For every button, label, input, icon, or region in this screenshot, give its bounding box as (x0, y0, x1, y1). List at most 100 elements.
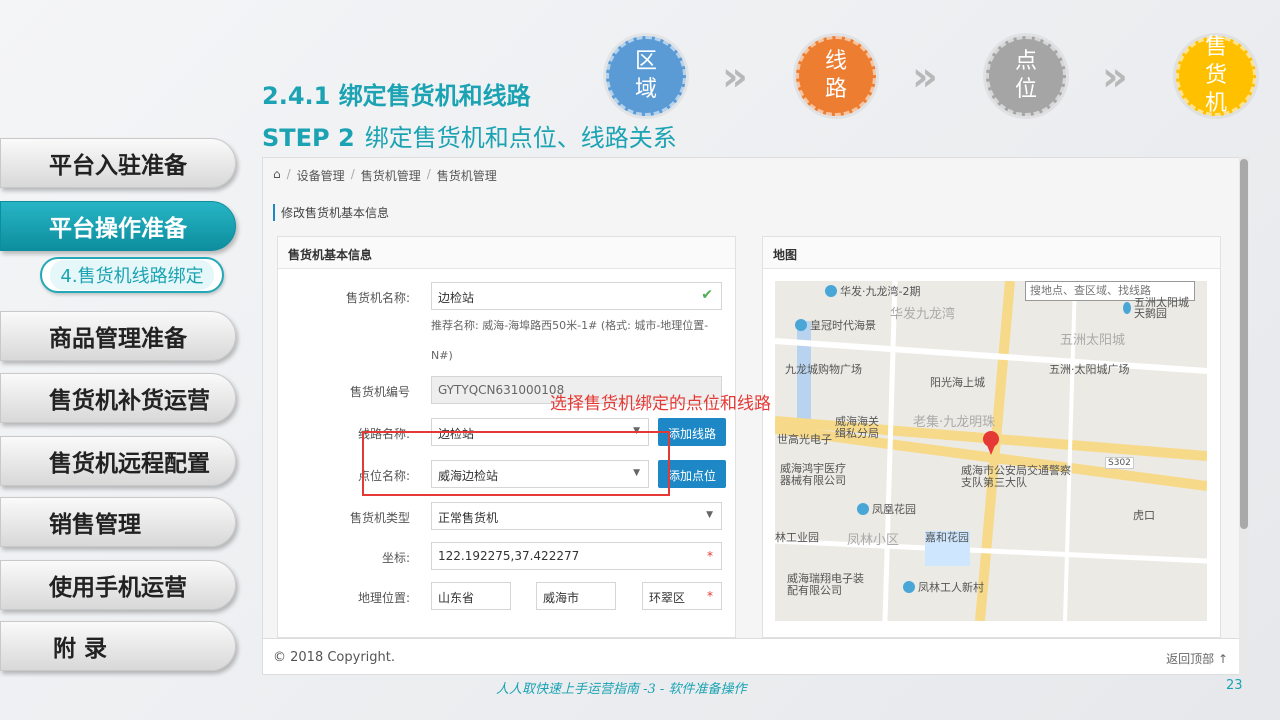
form-panel-title: 售货机基本信息 (278, 237, 735, 269)
map-label: 华发·九龙湾-2期 (825, 283, 920, 299)
name-value: 边检站 (438, 291, 475, 305)
map-label: 九龙城购物广场 (785, 361, 862, 377)
map-label-text: 威海市公安局交通警察支队第三大队 (961, 464, 1071, 489)
flow-step-route: 线路 (796, 36, 876, 116)
flow-step-vending-machine: 售货机 (1176, 35, 1256, 116)
map-view[interactable]: 华发·九龙湾-2期 华发九龙湾 皇冠时代海景 五洲太阳城天鹅园 五洲太阳城 五洲… (775, 281, 1207, 621)
section-title: 2.4.1 绑定售货机和线路 (262, 82, 531, 110)
map-label: 威海鸿宇医疗器械有限公司 (780, 463, 850, 487)
required-icon: * (707, 589, 713, 603)
type-select[interactable]: 正常售货机 ▼ (431, 502, 722, 530)
province-input[interactable]: 山东省 (431, 582, 511, 610)
name-input[interactable]: 边检站 ✔ (431, 282, 722, 310)
copyright: © 2018 Copyright. (273, 650, 396, 665)
nav-subitem-route-binding[interactable]: 4.售货机线路绑定 (40, 257, 224, 293)
double-chevron-icon: » (1102, 54, 1128, 100)
nav-item-sales[interactable]: 销售管理 (0, 497, 236, 547)
nav-item-platform-onboarding[interactable]: 平台入驻准备 (0, 138, 236, 188)
province-value: 山东省 (438, 591, 475, 605)
map-label-text: 威海瑞翔电子装配有限公司 (787, 572, 864, 597)
map-label: 嘉和花园 (925, 529, 969, 545)
breadcrumb-item[interactable]: 设备管理 (297, 167, 345, 184)
breadcrumb-item[interactable]: 售货机管理 (361, 167, 421, 184)
double-chevron-icon: » (722, 54, 748, 100)
name-hint: 推荐名称: 威海-海埠路西50米-1# (格式: 城市-地理位置-N#) (431, 319, 709, 362)
map-road (975, 281, 1015, 621)
city-input[interactable]: 威海市 (536, 582, 616, 610)
map-label-text: 威海海关缉私分局 (835, 415, 879, 440)
district-value: 环翠区 (649, 591, 686, 605)
map-label-text: 世高光电子 (777, 433, 832, 446)
double-chevron-icon: » (912, 54, 938, 100)
nav-item-platform-operation[interactable]: 平台操作准备 (0, 201, 236, 251)
map-label: 五洲太阳城 (1060, 329, 1125, 348)
slide-caption: 人人取快速上手运营指南 -3 - 软件准备操作 (496, 682, 747, 697)
app-footer: © 2018 Copyright. 返回顶部 ↑ (263, 638, 1248, 674)
map-label-text: 威海鸿宇医疗器械有限公司 (780, 462, 846, 487)
flow-step-point: 点位 (986, 36, 1066, 116)
map-label-text: 华发九龙湾 (890, 307, 956, 322)
map-label: 凤凰花园 (857, 501, 916, 517)
location-label: 地理位置: (357, 591, 410, 605)
map-label: 五洲·太阳城广场 (1049, 361, 1130, 377)
nav-label: 附 录 (53, 636, 108, 662)
page-heading: 修改售货机基本信息 (273, 204, 389, 221)
nav-item-product-management[interactable]: 商品管理准备 (0, 311, 236, 361)
coord-input[interactable]: 122.192275,37.422277 * (431, 542, 722, 570)
map-label-text: 虎口 (1133, 509, 1155, 522)
code-label: 售货机编号 (349, 385, 410, 399)
map-label: 五洲太阳城天鹅园 (1123, 297, 1193, 319)
map-panel-title: 地图 (763, 237, 1220, 269)
nav-item-mobile[interactable]: 使用手机运营 (0, 560, 236, 610)
nav-sub-label: 4.售货机线路绑定 (50, 260, 214, 290)
flow-arrow-glyph: » (722, 54, 748, 100)
map-label-text: 皇冠时代海景 (810, 319, 876, 332)
name-label: 售货机名称: (345, 291, 410, 305)
flow-step-region: 区域 (606, 36, 686, 116)
scrollbar[interactable] (1239, 157, 1249, 675)
step-text: 绑定售货机和点位、线路关系 (364, 124, 677, 152)
flow-arrow-glyph: » (912, 54, 938, 100)
nav-label: 平台入驻准备 (49, 153, 187, 179)
flow-label: 区域 (634, 49, 657, 102)
nav-label: 商品管理准备 (49, 326, 187, 352)
back-to-top-label: 返回顶部 (1166, 652, 1215, 666)
nav-item-remote-config[interactable]: 售货机远程配置 (0, 436, 236, 486)
nav-item-restock[interactable]: 售货机补货运营 (0, 373, 236, 423)
step-prefix: STEP 2 (262, 124, 355, 152)
map-label: 华发九龙湾 (890, 303, 955, 322)
nav-label: 售货机补货运营 (49, 388, 210, 414)
page-number: 23 (1226, 678, 1243, 693)
flow-arrow-glyph: » (1102, 54, 1128, 100)
nav-item-appendix[interactable]: 附 录 (0, 621, 236, 671)
breadcrumb: ⌂ / 设备管理 / 售货机管理 / 售货机管理 (273, 167, 497, 184)
map-label-text: 凤林工人新村 (918, 581, 984, 594)
map-label: 威海市公安局交通警察支队第三大队 (961, 465, 1071, 489)
map-label: 皇冠时代海景 (795, 317, 876, 333)
map-label-text: 阳光海上城 (930, 376, 985, 389)
map-label: 老集·九龙明珠 (913, 411, 995, 430)
nav-label: 销售管理 (49, 512, 141, 538)
map-label: 虎口 (1133, 507, 1155, 523)
home-icon[interactable]: ⌂ (273, 167, 281, 184)
code-value: GYTYQCN631000108 (438, 383, 565, 397)
map-label: 林工业园 (775, 529, 819, 545)
scrollbar-thumb[interactable] (1240, 159, 1248, 529)
map-label-text: 凤凰花园 (872, 503, 916, 516)
map-label-text: 老集·九龙明珠 (913, 415, 996, 430)
map-label: 凤林小区 (847, 529, 899, 548)
app-screenshot: ⌂ / 设备管理 / 售货机管理 / 售货机管理 修改售货机基本信息 售货机基本信息 … (262, 157, 1249, 675)
nav-label: 售货机远程配置 (49, 451, 210, 477)
back-to-top-link[interactable]: 返回顶部 ↑ (1166, 650, 1228, 667)
map-label-text: S302 (1108, 458, 1131, 468)
map-panel: 地图 华发·九龙湾-2期 华发九龙湾 皇冠时代海景 五洲太阳城天鹅园 五洲太阳城 (762, 236, 1221, 638)
flow-label: 线路 (824, 49, 847, 102)
map-label-text: 五洲太阳城 (1060, 333, 1126, 348)
chevron-down-icon: ▼ (706, 510, 713, 520)
breadcrumb-item: 售货机管理 (436, 169, 497, 183)
annotation-text: 选择售货机绑定的点位和线路 (550, 394, 771, 414)
flow-label: 点位 (1014, 49, 1037, 102)
coord-label: 坐标: (381, 551, 410, 565)
district-input[interactable]: 环翠区 * (642, 582, 722, 610)
coord-value: 122.192275,37.422277 (438, 549, 580, 563)
